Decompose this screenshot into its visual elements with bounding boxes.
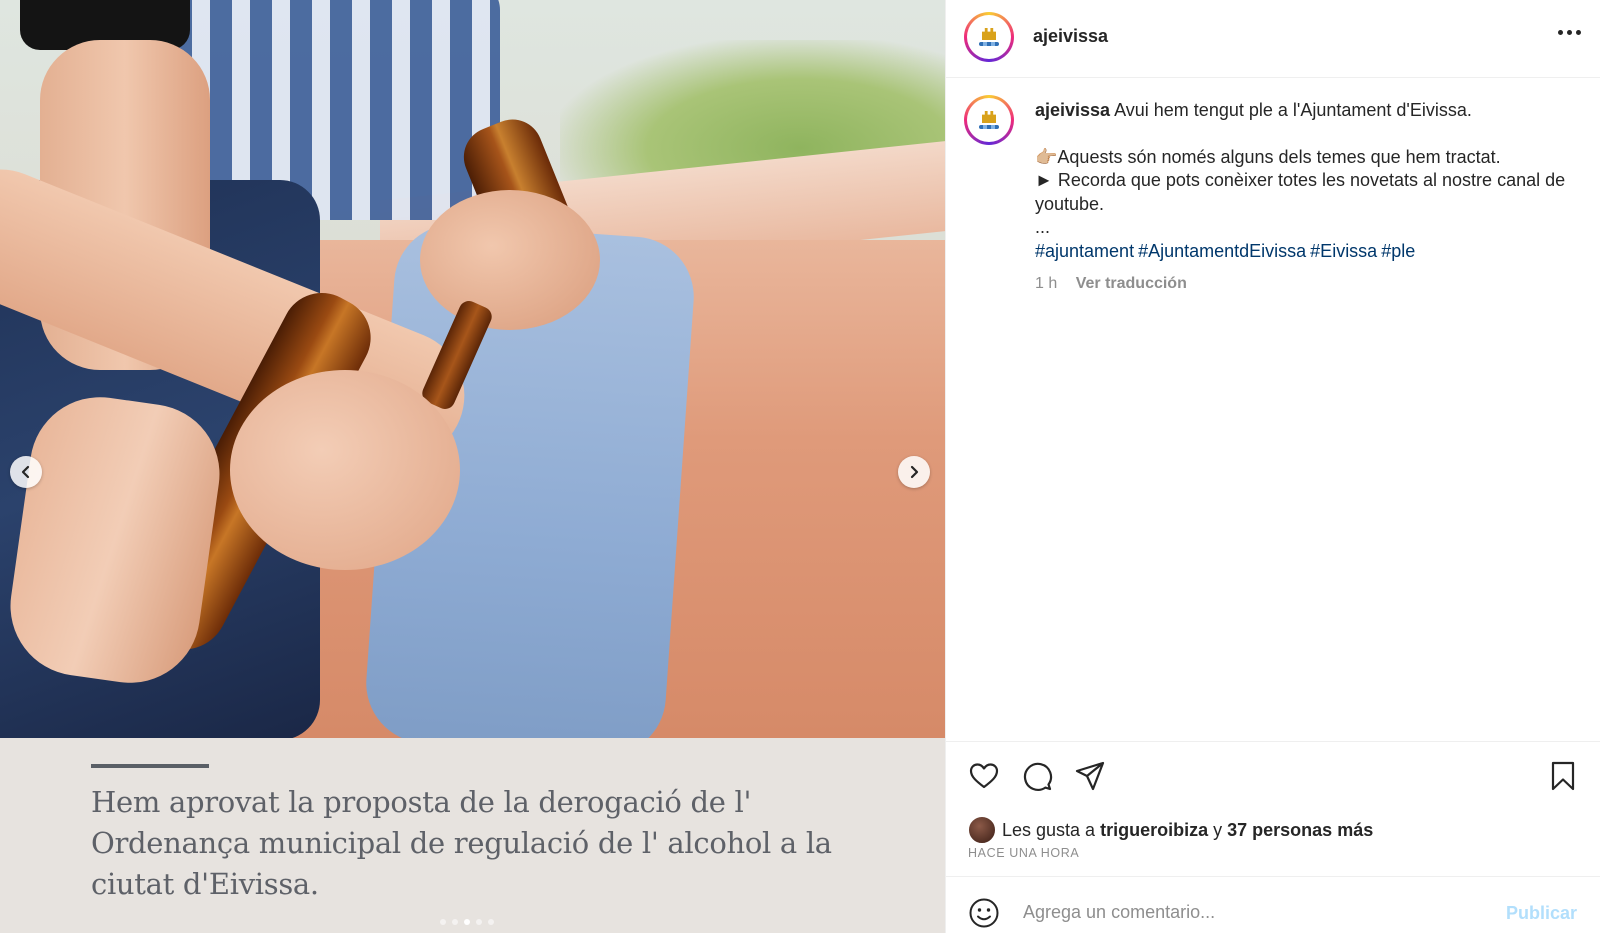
hashtag-link[interactable]: #ple [1381, 241, 1415, 261]
likes-connector: y [1213, 819, 1223, 840]
post-photo [0, 0, 945, 738]
castle-logo-icon [982, 111, 996, 123]
post-header: ajeivissa [946, 0, 1600, 78]
caption-first-line: Avui hem tengut ple a l'Ajuntament d'Eiv… [1114, 100, 1472, 120]
save-button[interactable] [1547, 760, 1581, 794]
heart-icon [969, 763, 999, 789]
hashtag-link[interactable]: #AjuntamentdEivissa [1138, 241, 1306, 261]
caption-divider [91, 764, 209, 768]
share-icon [1075, 761, 1105, 791]
caption-line: ► Recorda que pots conèixer totes les no… [1035, 170, 1566, 214]
likes-prefix: Les gusta a [1002, 819, 1096, 840]
hashtag-link[interactable]: #ajuntament [1035, 241, 1134, 261]
chevron-left-icon [21, 465, 30, 479]
comment-button[interactable] [1021, 760, 1055, 794]
image-caption-panel: Hem aprovat la proposta de la derogació … [0, 738, 945, 933]
like-button[interactable] [968, 760, 1002, 794]
bookmark-icon [1551, 761, 1575, 791]
carousel-indicator [440, 919, 494, 925]
caption-line: 👉🏼Aquests són només alguns dels temes qu… [1035, 146, 1501, 167]
liker-avatar[interactable] [968, 816, 996, 844]
hashtag-list: #ajuntament #AjuntamentdEivissa #Eivissa #p… [1035, 240, 1580, 264]
comment-composer: Publicar [946, 876, 1600, 934]
post-username[interactable]: ajeivissa [1033, 26, 1108, 47]
post-media: Hem aprovat la proposta de la derogació … [0, 0, 945, 933]
carousel-dot [440, 919, 446, 925]
post-sidebar: ajeivissa ajeivissa Avui hem tengut ple … [945, 0, 1600, 933]
emoji-icon[interactable] [968, 897, 1000, 929]
share-button[interactable] [1074, 760, 1108, 794]
divider [946, 741, 1600, 742]
post-timestamp: HACE UNA HORA [968, 846, 1080, 860]
caption-meta: 1 h Ver traducción [1035, 275, 1187, 293]
hashtag-link[interactable]: #Eivissa [1310, 241, 1377, 261]
caption-avatar[interactable] [964, 95, 1014, 145]
post-time[interactable]: 1 h [1035, 275, 1057, 292]
carousel-dot [464, 919, 470, 925]
carousel-prev-button[interactable] [10, 456, 42, 488]
publish-button[interactable]: Publicar [1506, 903, 1577, 924]
avatar[interactable] [964, 12, 1014, 62]
caption-ellipsis: ... [1035, 217, 1051, 237]
liker-username[interactable]: trigueroibiza [1100, 820, 1208, 841]
chevron-right-icon [910, 465, 919, 479]
castle-logo-icon [982, 28, 996, 40]
caption-text: ajeivissa Avui hem tengut ple a l'Ajunta… [1035, 99, 1580, 263]
carousel-dot [488, 919, 494, 925]
carousel-next-button[interactable] [898, 456, 930, 488]
comment-input[interactable] [1021, 901, 1475, 924]
image-caption-text: Hem aprovat la proposta de la derogació … [91, 785, 832, 901]
likes-others-link[interactable]: 37 personas más [1227, 820, 1373, 841]
carousel-dot [452, 919, 458, 925]
likes-summary: Les gusta a trigueroibiza y 37 personas … [968, 816, 1373, 844]
comment-icon [1023, 762, 1053, 791]
translate-button[interactable]: Ver traducción [1076, 275, 1187, 292]
carousel-dot [476, 919, 482, 925]
more-icon[interactable] [1558, 30, 1581, 35]
caption-username[interactable]: ajeivissa [1035, 100, 1110, 120]
